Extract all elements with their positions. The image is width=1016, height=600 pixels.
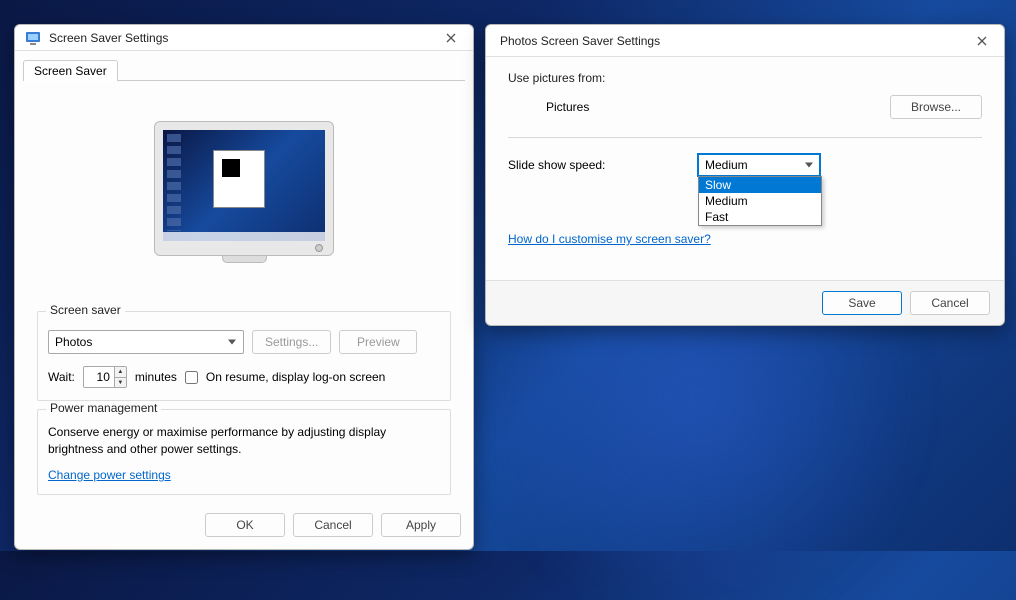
dialog-footer: Save Cancel xyxy=(486,280,1004,325)
apply-button[interactable]: Apply xyxy=(381,513,461,537)
close-button[interactable] xyxy=(439,26,463,50)
customize-screensaver-link[interactable]: How do I customise my screen saver? xyxy=(508,232,711,246)
spin-up-button[interactable]: ▲ xyxy=(115,367,126,378)
close-button[interactable] xyxy=(970,29,994,53)
cancel-button[interactable]: Cancel xyxy=(910,291,990,315)
photos-screensaver-settings-dialog: Photos Screen Saver Settings Use picture… xyxy=(485,24,1005,326)
slide-show-speed-label: Slide show speed: xyxy=(508,158,698,172)
settings-button[interactable]: Settings... xyxy=(252,330,331,354)
close-icon xyxy=(977,36,987,46)
preview-button[interactable]: Preview xyxy=(339,330,417,354)
minutes-label: minutes xyxy=(135,370,177,384)
browse-button[interactable]: Browse... xyxy=(890,95,982,119)
pictures-value: Pictures xyxy=(546,100,890,114)
power-description: Conserve energy or maximise performance … xyxy=(48,424,440,458)
monitor-preview xyxy=(154,121,334,276)
fieldset-legend: Screen saver xyxy=(46,303,125,317)
spin-down-button[interactable]: ▼ xyxy=(115,378,126,388)
screensaver-icon xyxy=(25,30,41,46)
titlebar[interactable]: Photos Screen Saver Settings xyxy=(486,25,1004,57)
speed-option-fast[interactable]: Fast xyxy=(699,209,821,225)
change-power-settings-link[interactable]: Change power settings xyxy=(48,468,171,482)
save-button[interactable]: Save xyxy=(822,291,902,315)
speed-select-value: Medium xyxy=(705,158,748,172)
dialog-footer: OK Cancel Apply xyxy=(15,503,473,549)
cancel-button[interactable]: Cancel xyxy=(293,513,373,537)
screen-saver-settings-dialog: Screen Saver Settings Screen Saver Scree… xyxy=(14,24,474,550)
use-pictures-from-label: Use pictures from: xyxy=(508,71,982,85)
close-icon xyxy=(446,33,456,43)
wait-input[interactable] xyxy=(84,367,114,387)
divider xyxy=(508,137,982,138)
power-legend: Power management xyxy=(46,401,161,415)
ok-button[interactable]: OK xyxy=(205,513,285,537)
screen-saver-fieldset: Screen saver Photos Settings... Preview … xyxy=(37,311,451,401)
speed-option-slow[interactable]: Slow xyxy=(699,177,821,193)
wait-spinner[interactable]: ▲ ▼ xyxy=(83,366,127,388)
resume-label: On resume, display log-on screen xyxy=(206,370,385,384)
window-title: Photos Screen Saver Settings xyxy=(500,34,970,48)
power-management-fieldset: Power management Conserve energy or maxi… xyxy=(37,409,451,495)
speed-dropdown-list: Slow Medium Fast xyxy=(698,176,822,226)
screensaver-select-value: Photos xyxy=(55,335,92,349)
speed-option-medium[interactable]: Medium xyxy=(699,193,821,209)
wait-label: Wait: xyxy=(48,370,75,384)
titlebar[interactable]: Screen Saver Settings xyxy=(15,25,473,51)
screensaver-select[interactable]: Photos xyxy=(48,330,244,354)
window-title: Screen Saver Settings xyxy=(49,31,439,45)
speed-select[interactable]: Medium xyxy=(698,154,820,176)
tab-screen-saver[interactable]: Screen Saver xyxy=(23,60,118,81)
resume-checkbox[interactable] xyxy=(185,371,198,384)
